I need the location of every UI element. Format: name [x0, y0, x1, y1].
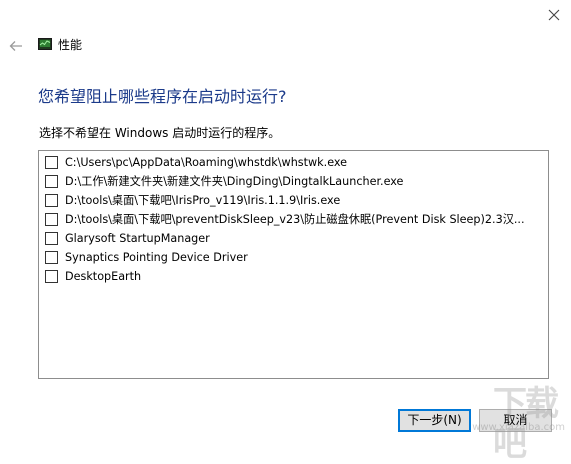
- program-checkbox[interactable]: [45, 156, 58, 169]
- close-icon: [548, 9, 560, 21]
- program-checkbox[interactable]: [45, 175, 58, 188]
- program-label: Synaptics Pointing Device Driver: [65, 250, 248, 264]
- program-label: C:\Users\pc\AppData\Roaming\whstdk\whstw…: [65, 155, 348, 169]
- page-title: 性能: [58, 38, 83, 52]
- list-item[interactable]: DesktopEarth: [45, 267, 141, 286]
- program-checkbox[interactable]: [45, 251, 58, 264]
- list-item[interactable]: C:\Users\pc\AppData\Roaming\whstdk\whstw…: [45, 153, 347, 172]
- performance-icon: [38, 38, 52, 50]
- program-label: Glarysoft StartupManager: [65, 231, 210, 245]
- list-item[interactable]: D:\tools\桌面\下载吧\IrisPro_v119\Iris.1.1.9\…: [45, 191, 340, 210]
- program-checkbox[interactable]: [45, 270, 58, 283]
- close-button[interactable]: [543, 4, 565, 26]
- instruction-text: 选择不希望在 Windows 启动时运行的程序。: [39, 126, 281, 140]
- back-arrow-icon: [9, 41, 22, 51]
- program-label: D:\tools\桌面\下载吧\preventDiskSleep_v23\防止磁…: [65, 212, 525, 226]
- main-heading: 您希望阻止哪些程序在启动时运行?: [38, 87, 287, 106]
- program-label: D:\tools\桌面\下载吧\IrisPro_v119\Iris.1.1.9\…: [65, 193, 341, 207]
- cancel-button[interactable]: 取消: [479, 409, 552, 432]
- list-item[interactable]: Glarysoft StartupManager: [45, 229, 210, 248]
- list-item[interactable]: Synaptics Pointing Device Driver: [45, 248, 248, 267]
- list-item[interactable]: D:\tools\桌面\下载吧\preventDiskSleep_v23\防止磁…: [45, 210, 525, 229]
- next-button[interactable]: 下一步(N): [398, 409, 471, 432]
- list-item[interactable]: D:\工作\新建文件夹\新建文件夹\DingDing\DingtalkLaunc…: [45, 172, 403, 191]
- back-button[interactable]: [6, 36, 26, 56]
- startup-program-list[interactable]: C:\Users\pc\AppData\Roaming\whstdk\whstw…: [38, 150, 549, 379]
- program-checkbox[interactable]: [45, 194, 58, 207]
- program-checkbox[interactable]: [45, 213, 58, 226]
- program-checkbox[interactable]: [45, 232, 58, 245]
- program-label: DesktopEarth: [65, 269, 142, 283]
- program-label: D:\工作\新建文件夹\新建文件夹\DingDing\DingtalkLaunc…: [65, 174, 404, 188]
